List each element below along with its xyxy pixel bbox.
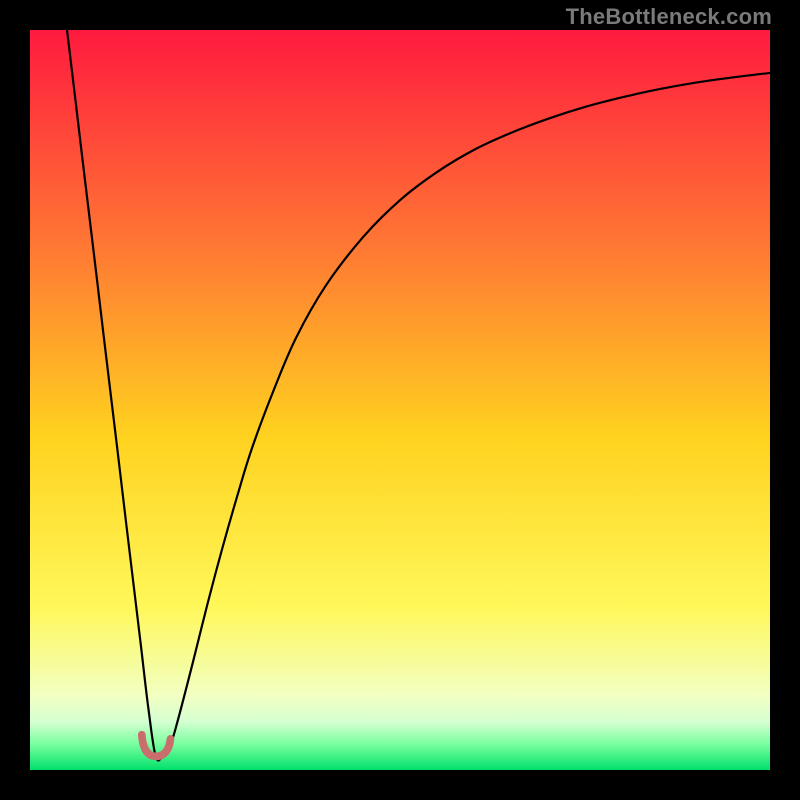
gradient-bg: [30, 30, 770, 770]
watermark-text: TheBottleneck.com: [566, 4, 772, 30]
chart-frame: TheBottleneck.com: [0, 0, 800, 800]
chart-svg: [30, 30, 770, 770]
plot-area: [30, 30, 770, 770]
